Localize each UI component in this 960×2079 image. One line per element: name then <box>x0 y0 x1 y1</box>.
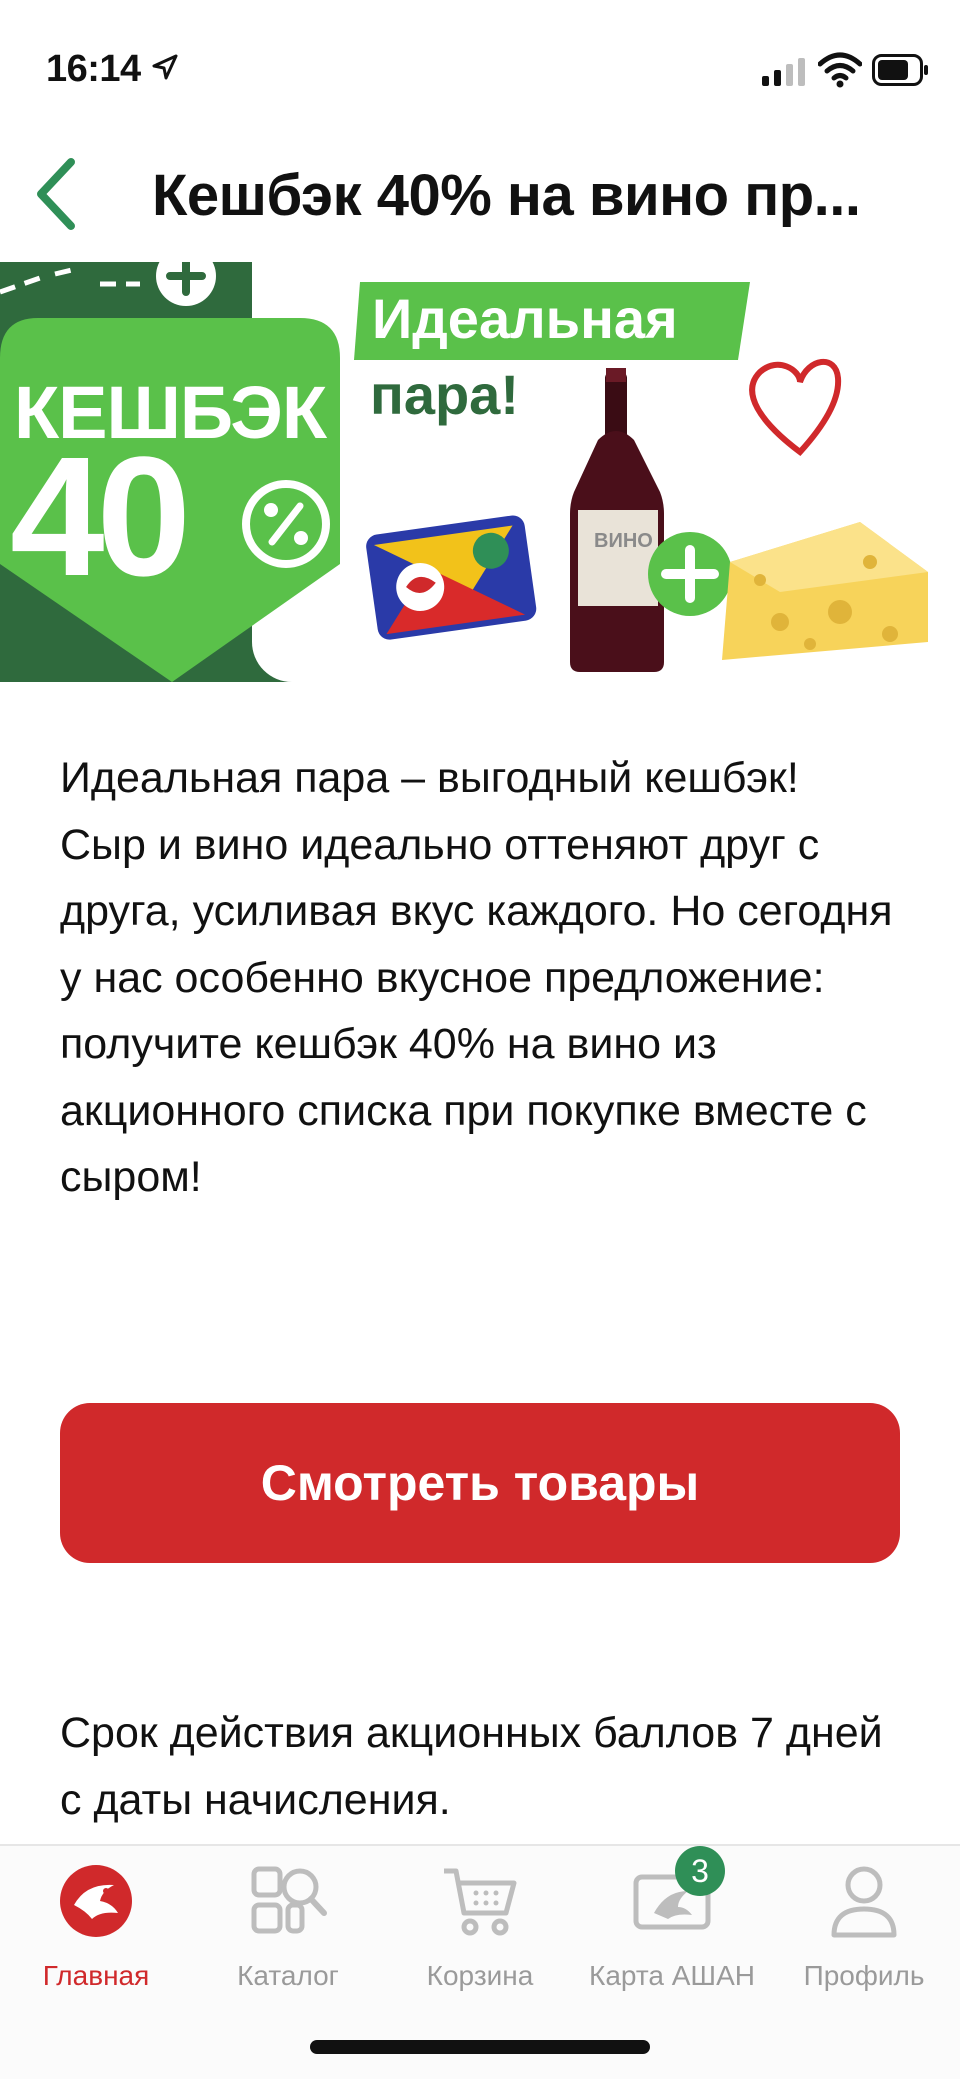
battery-icon <box>872 54 928 86</box>
tab-label: Каталог <box>237 1960 339 1991</box>
location-arrow-icon <box>152 54 178 80</box>
description-paragraph: Идеальная пара – выгодный кешбэк! <box>60 754 799 802</box>
catalog-search-icon <box>243 1856 333 1946</box>
nav-header: Кешбэк 40% на вино пр... <box>0 140 960 245</box>
screen: 16:14 Кешбэк 40% на вино пр... КЕШБЭК 40… <box>0 0 960 2079</box>
wine-bottle-image <box>570 368 664 672</box>
chevron-left-icon <box>37 158 75 230</box>
cashback-value: 40 <box>10 422 191 612</box>
page-title: Кешбэк 40% на вино пр... <box>152 163 861 228</box>
description-paragraph: Сыр и вино идеально оттеняют друг с друг… <box>60 820 893 1202</box>
validity-text: Срок действия акционных баллов 7 дней с … <box>60 1709 883 1824</box>
home-bird-icon <box>51 1856 141 1946</box>
status-bar: 16:14 <box>0 0 960 130</box>
tab-label: Корзина <box>426 1960 534 1991</box>
tab-label: Профиль <box>803 1960 925 1991</box>
loyalty-card-icon: 3 <box>627 1846 725 1946</box>
tagline-line2: пара! <box>370 363 519 426</box>
tab-catalog[interactable]: Каталог <box>192 1856 384 2006</box>
tab-label: Главная <box>42 1960 150 1991</box>
home-indicator <box>310 2040 650 2054</box>
profile-icon <box>819 1856 909 1946</box>
view-products-button[interactable]: Смотреть товары <box>60 1403 900 1563</box>
promo-banner: КЕШБЭК 40 Идеальная пара! ВИНО <box>0 262 960 682</box>
wifi-icon <box>818 52 862 88</box>
cellular-signal-icon <box>762 58 805 86</box>
tab-home[interactable]: Главная <box>0 1856 192 2006</box>
tab-profile[interactable]: Профиль <box>768 1856 960 2006</box>
promo-description: Идеальная пара – выгодный кешбэк! Сыр и … <box>60 745 910 1211</box>
loyalty-card-image <box>366 515 537 640</box>
cart-icon <box>435 1856 525 1946</box>
tagline-line1: Идеальная <box>372 287 678 350</box>
tab-label: Карта АШАН <box>589 1960 755 1991</box>
tab-loyalty-card[interactable]: 3 Карта АШАН <box>576 1846 768 2006</box>
heart-icon <box>749 358 842 457</box>
cart-badge: 3 <box>675 1846 725 1896</box>
wine-label: ВИНО <box>594 530 653 552</box>
back-button[interactable] <box>18 150 92 238</box>
status-time: 16:14 <box>46 48 141 90</box>
tab-cart[interactable]: Корзина <box>384 1856 576 2006</box>
cheese-image <box>722 522 928 660</box>
